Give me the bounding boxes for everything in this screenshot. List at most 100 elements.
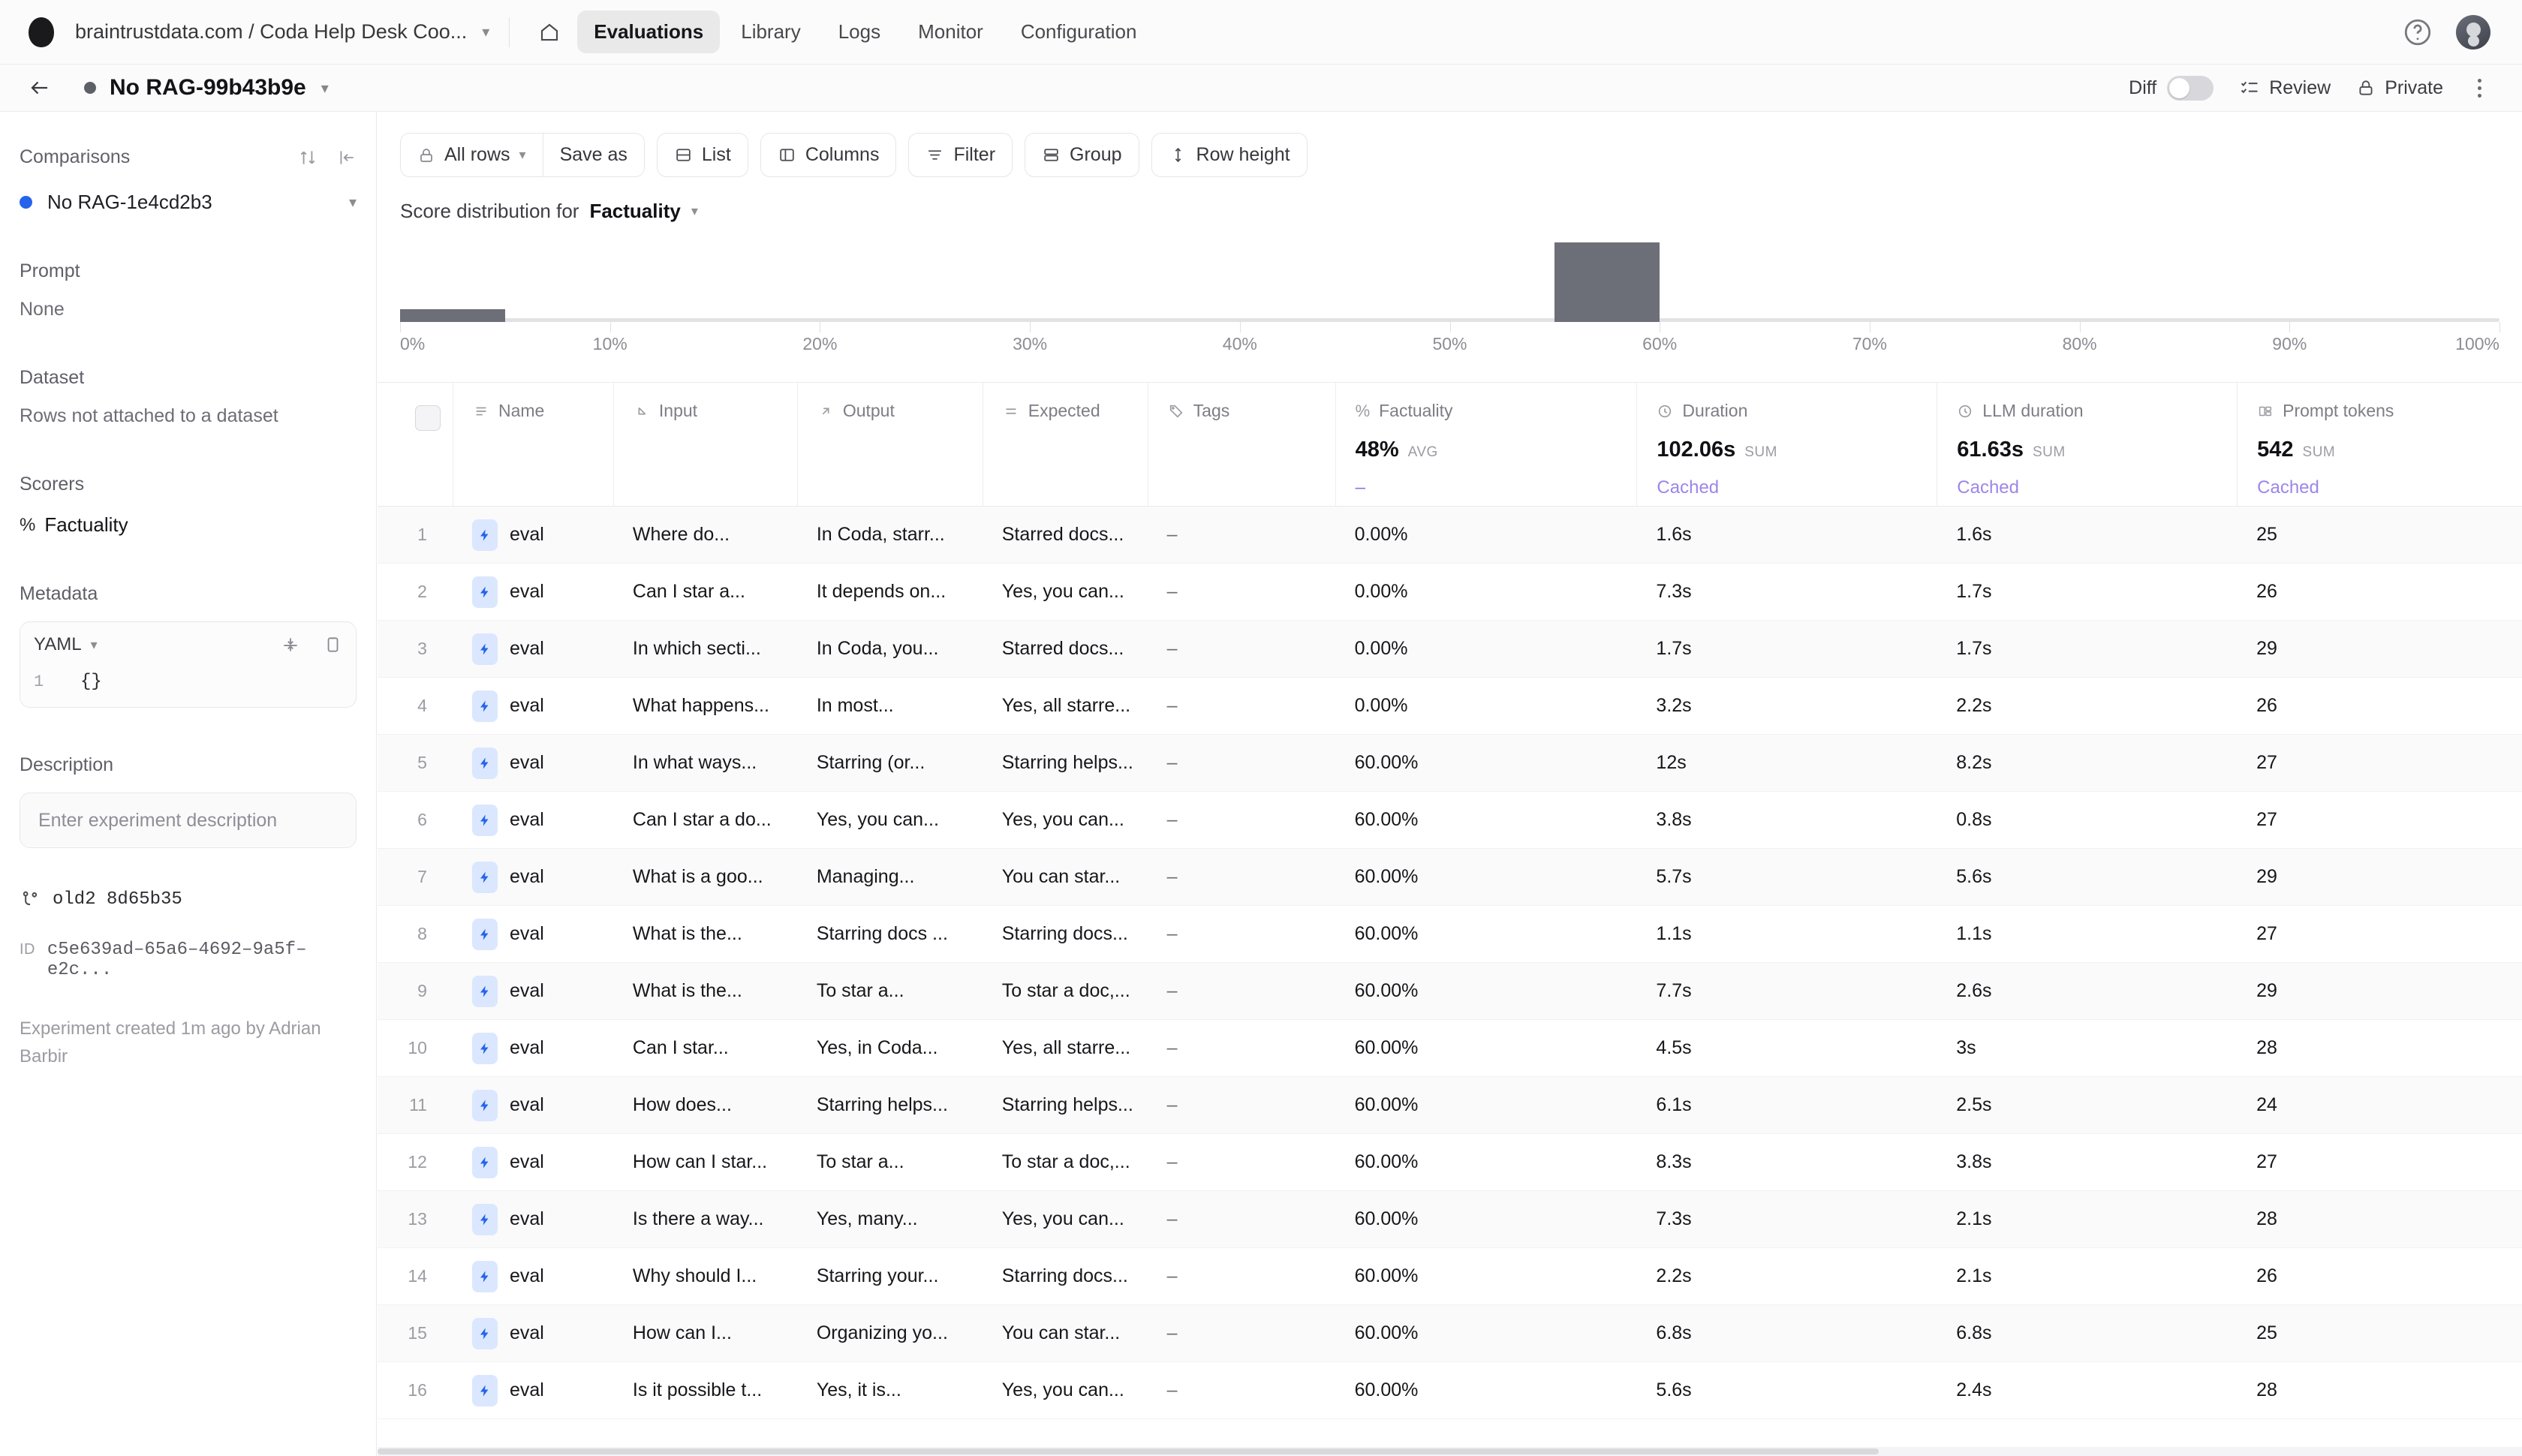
comparison-color-dot [20,196,32,209]
home-button[interactable] [529,12,570,53]
review-button[interactable]: Review [2239,77,2331,99]
table-row[interactable]: 3evalIn which secti...In Coda, you...Sta… [378,621,2522,678]
prompt-tokens-summary-agg: SUM [2303,444,2336,461]
metadata-editor[interactable]: YAML ▾ 1 {} [20,621,357,708]
table-row[interactable]: 11evalHow does...Starring helps...Starri… [378,1077,2522,1134]
group-button[interactable]: Group [1025,133,1139,177]
chevron-down-icon[interactable]: ▾ [482,23,489,41]
cell-name[interactable]: eval [453,1090,613,1121]
cell-name[interactable]: eval [453,633,613,665]
column-header-duration[interactable]: Duration 102.06s SUM Cached [1636,383,1937,506]
table-row[interactable]: 6evalCan I star a do...Yes, you can...Ye… [378,792,2522,849]
description-input[interactable]: Enter experiment description [20,793,357,848]
table-row[interactable]: 7evalWhat is a goo...Managing...You can … [378,849,2522,906]
table-row[interactable]: 15evalHow can I...Organizing yo...You ca… [378,1305,2522,1362]
metadata-format-value[interactable]: YAML [34,634,82,655]
cell-input: Why should I... [613,1265,797,1287]
cell-expected: Starring docs... [983,923,1148,945]
help-circle-icon[interactable] [2402,17,2433,48]
scorer-item-factuality[interactable]: % Factuality [20,513,357,537]
collapse-all-icon[interactable] [281,635,300,654]
column-header-factuality[interactable]: % Factuality 48% AVG – [1335,383,1637,506]
cell-prompt-tokens: 28 [2237,1379,2522,1401]
cell-name[interactable]: eval [453,976,613,1007]
row-name-label: eval [510,866,544,888]
nav-tab-monitor[interactable]: Monitor [901,11,1000,53]
table-row[interactable]: 1evalWhere do...In Coda, starr...Starred… [378,507,2522,564]
chevron-down-icon[interactable]: ▾ [691,203,698,219]
save-as-button[interactable]: Save as [543,134,644,176]
table-row[interactable]: 14evalWhy should I...Starring your...Sta… [378,1248,2522,1305]
more-options-button[interactable] [2469,79,2490,98]
nav-tab-configuration[interactable]: Configuration [1004,11,1154,53]
table-row[interactable]: 8evalWhat is the...Starring docs ...Star… [378,906,2522,963]
table-row[interactable]: 13evalIs there a way...Yes, many...Yes, … [378,1191,2522,1248]
table-row[interactable]: 5evalIn what ways...Starring (or...Starr… [378,735,2522,792]
table-row[interactable]: 4evalWhat happens...In most...Yes, all s… [378,678,2522,735]
cell-prompt-tokens: 27 [2237,923,2522,945]
comparison-name: No RAG-1e4cd2b3 [47,191,212,214]
list-icon [674,146,693,164]
collapse-panel-icon[interactable] [337,148,357,167]
cell-input: What is a goo... [613,866,797,888]
bolt-icon [472,1375,498,1406]
cell-name[interactable]: eval [453,690,613,722]
org-breadcrumb[interactable]: braintrustdata.com / Coda Help Desk Coo.… [75,20,467,44]
column-header-expected[interactable]: Expected [983,383,1148,506]
cell-name[interactable]: eval [453,1033,613,1064]
cell-name[interactable]: eval [453,576,613,608]
cell-name[interactable]: eval [453,919,613,950]
nav-tab-logs[interactable]: Logs [822,11,897,53]
all-rows-button[interactable]: All rows ▾ [401,134,543,176]
user-avatar[interactable] [2456,15,2490,50]
chevron-down-icon[interactable]: ▾ [91,637,98,653]
copy-icon[interactable] [323,635,342,654]
distribution-metric: Factuality [589,200,680,223]
table-row[interactable]: 16evalIs it possible t...Yes, it is...Ye… [378,1362,2522,1419]
back-button[interactable] [23,71,57,105]
comparison-item[interactable]: No RAG-1e4cd2b3 ▾ [20,191,357,214]
column-label: Prompt tokens [2283,401,2394,421]
nav-tab-library[interactable]: Library [724,11,817,53]
cell-name[interactable]: eval [453,1261,613,1292]
scorers-label: Scorers [20,474,357,495]
nav-tab-evaluations[interactable]: Evaluations [577,11,720,53]
row-height-button[interactable]: Row height [1151,133,1308,177]
horizontal-scrollbar[interactable] [378,1447,2522,1456]
diff-toggle[interactable] [2167,76,2214,101]
columns-button[interactable]: Columns [760,133,897,177]
chevron-down-icon[interactable]: ▾ [321,79,329,98]
select-all-checkbox[interactable] [415,405,441,431]
cell-name[interactable]: eval [453,1204,613,1235]
cell-name[interactable]: eval [453,1318,613,1349]
cell-name[interactable]: eval [453,805,613,836]
filter-button[interactable]: Filter [908,133,1013,177]
id-value[interactable]: c5e639ad–65a6–4692–9a5f–e2c... [47,940,357,980]
column-header-input[interactable]: Input [613,383,797,506]
table-row[interactable]: 2evalCan I star a...It depends on...Yes,… [378,564,2522,621]
column-header-name[interactable]: Name [453,383,613,506]
cell-name[interactable]: eval [453,519,613,551]
table-row[interactable]: 9evalWhat is the...To star a...To star a… [378,963,2522,1020]
table-row[interactable]: 10evalCan I star...Yes, in Coda...Yes, a… [378,1020,2522,1077]
distribution-header[interactable]: Score distribution for Factuality ▾ [378,177,2522,223]
cell-name[interactable]: eval [453,1375,613,1406]
chevron-down-icon[interactable]: ▾ [349,193,357,212]
sort-icon[interactable] [298,148,318,167]
private-label: Private [2385,77,2443,99]
cell-name[interactable]: eval [453,748,613,779]
cell-name[interactable]: eval [453,1147,613,1178]
histogram-bar[interactable] [1554,242,1660,322]
cell-input: Is it possible t... [613,1379,797,1401]
cell-duration: 1.6s [1636,524,1937,546]
column-header-output[interactable]: Output [797,383,983,506]
column-header-tags[interactable]: Tags [1148,383,1335,506]
list-view-button[interactable]: List [657,133,748,177]
cell-factuality: 0.00% [1335,524,1637,546]
column-header-llm-duration[interactable]: LLM duration 61.63s SUM Cached [1937,383,2237,506]
table-row[interactable]: 12evalHow can I star...To star a...To st… [378,1134,2522,1191]
private-button[interactable]: Private [2356,77,2443,99]
cell-name[interactable]: eval [453,862,613,893]
column-header-prompt-tokens[interactable]: Prompt tokens 542 SUM Cached [2237,383,2522,506]
histogram-bar[interactable] [400,309,505,322]
